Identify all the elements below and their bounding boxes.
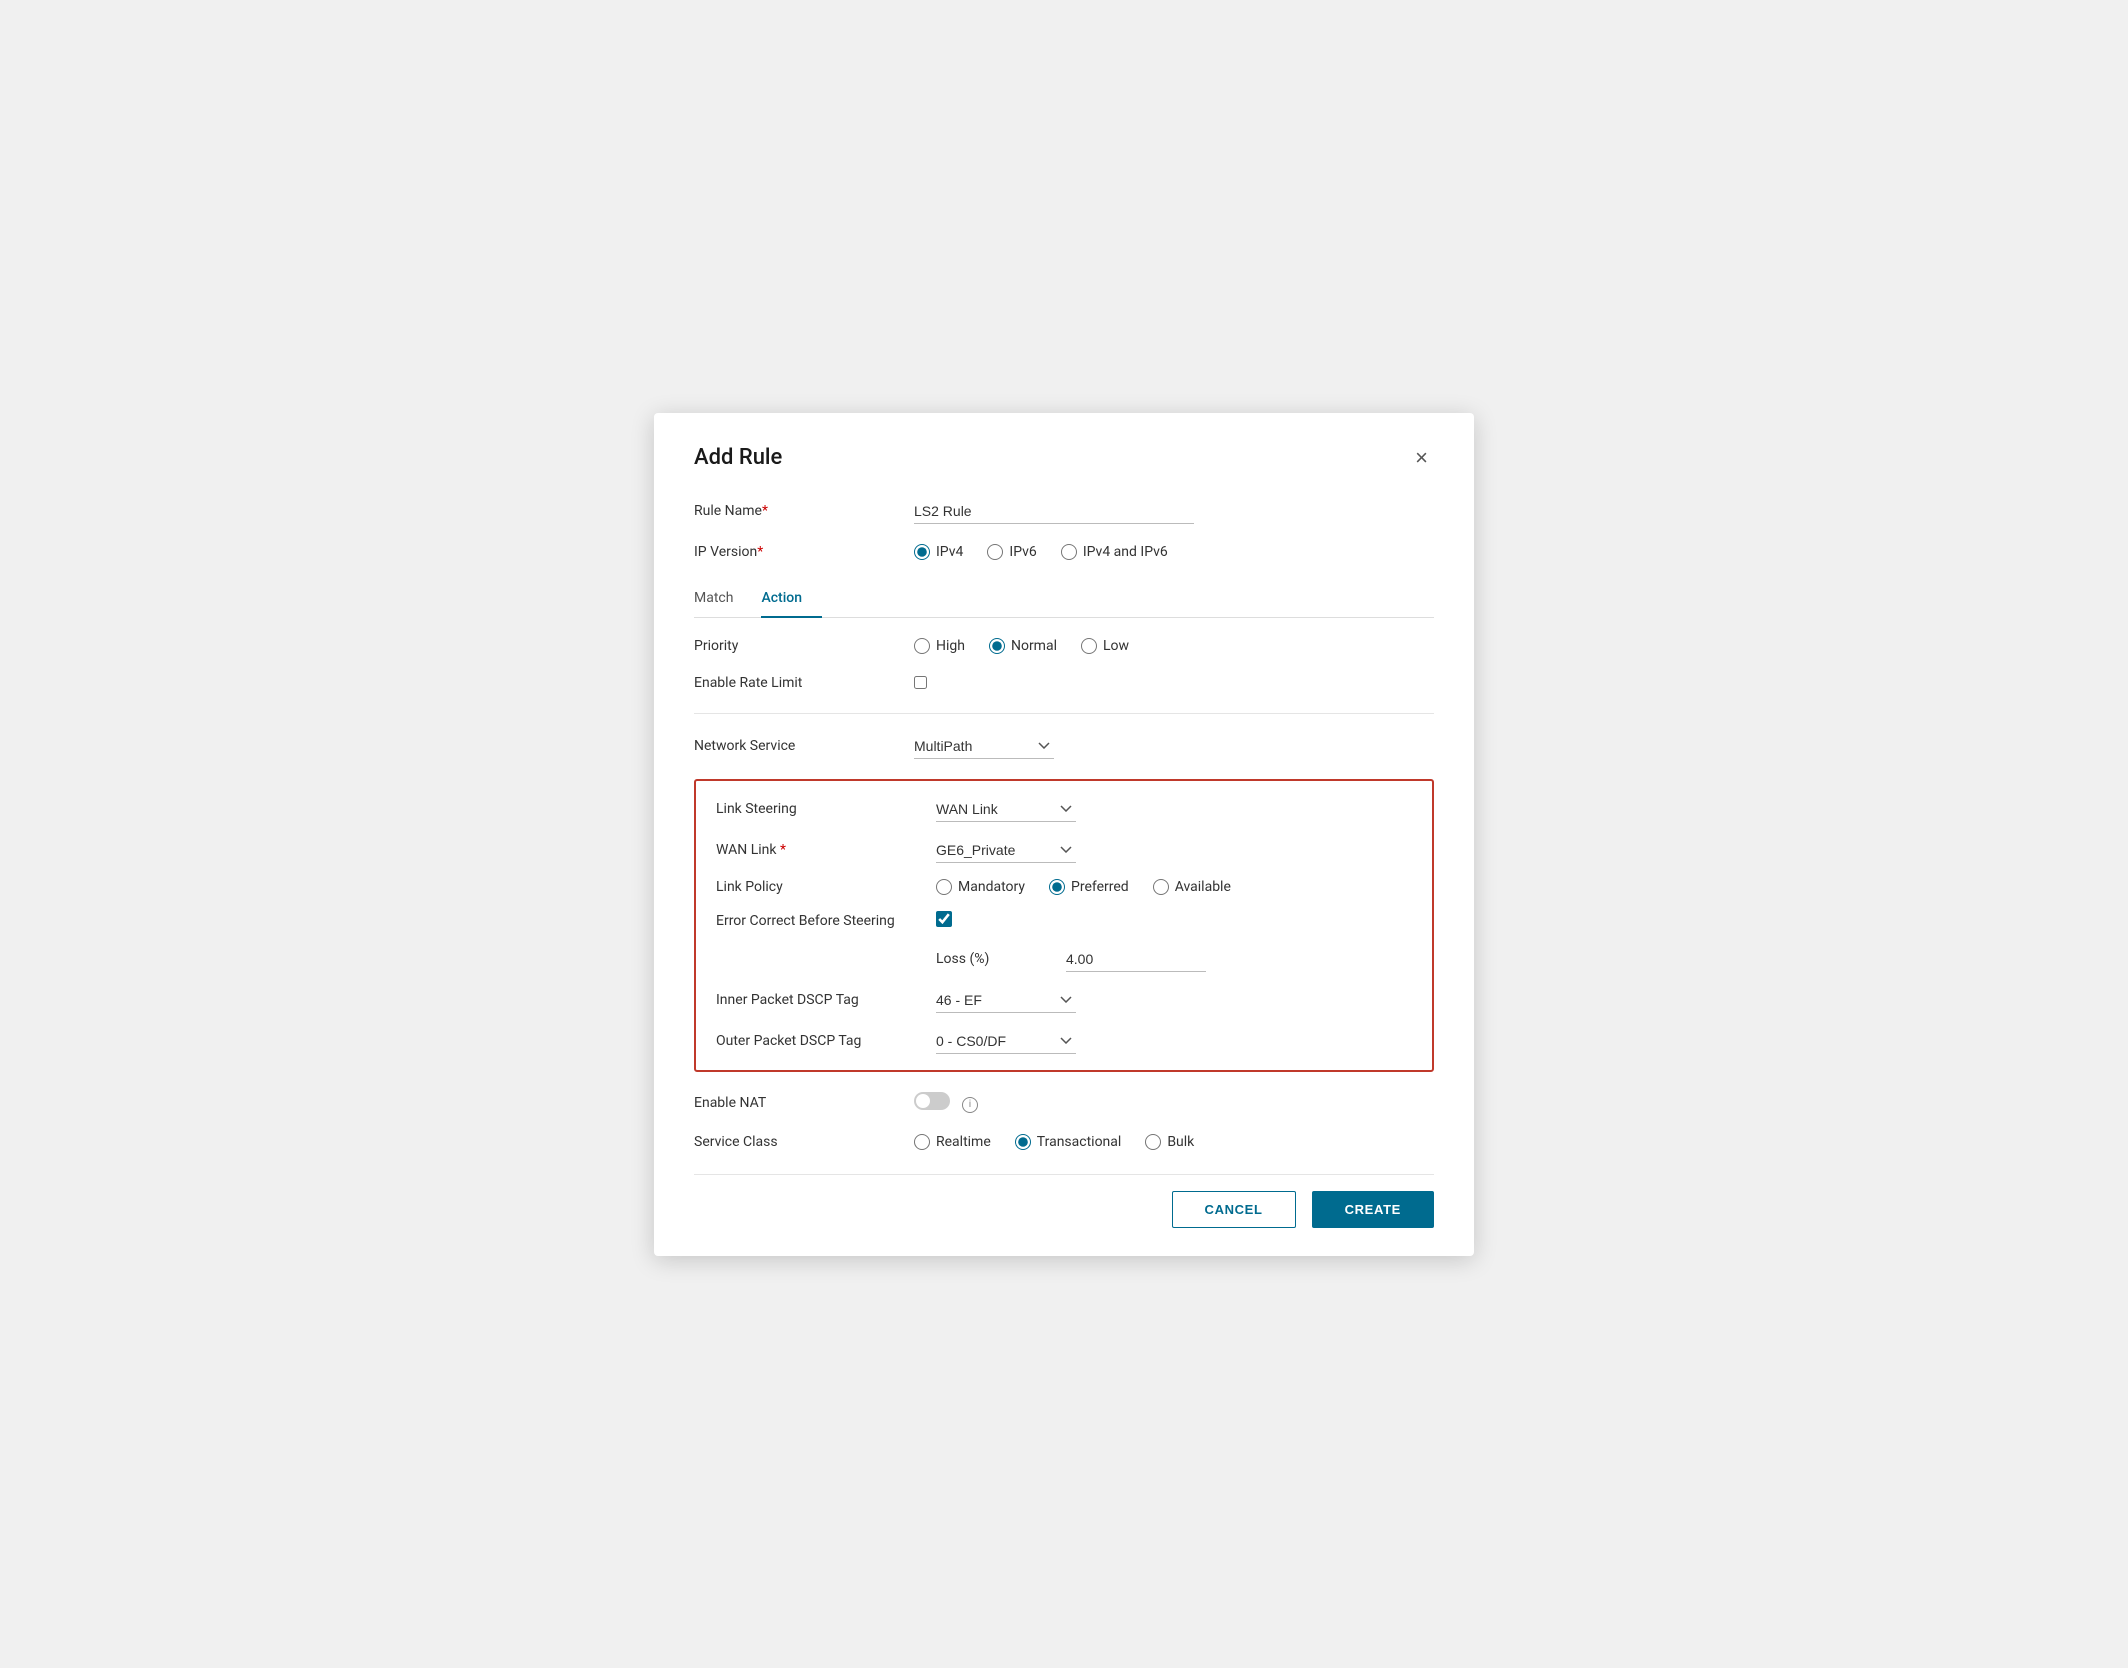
priority-radio-group: High Normal Low [914,638,1434,654]
enable-nat-row: Enable NAT i [694,1092,1434,1114]
priority-row: Priority High Normal Low [694,638,1434,654]
dialog-footer: CANCEL CREATE [694,1174,1434,1228]
service-class-realtime[interactable]: Realtime [914,1134,991,1150]
rule-name-row: Rule Name* [694,499,1434,524]
rate-limit-row: Enable Rate Limit [694,674,1434,693]
mandatory-label: Mandatory [958,879,1025,895]
outer-dscp-control: 0 - CS0/DF 10 - AF11 46 - EF [936,1029,1412,1054]
link-policy-available[interactable]: Available [1153,879,1231,895]
error-correct-checkbox[interactable] [936,911,952,927]
rate-limit-checkbox[interactable] [914,676,927,689]
ip-version-control: IPv4 IPv6 IPv4 and IPv6 [914,544,1434,560]
link-policy-radio-group: Mandatory Preferred Available [936,879,1412,895]
network-service-select[interactable]: MultiPath Gateway Direct [914,734,1054,759]
wan-link-label: WAN Link * [716,842,936,858]
ip-version-ipv4[interactable]: IPv4 [914,544,963,560]
enable-nat-info-icon: i [962,1097,978,1113]
outer-dscp-label: Outer Packet DSCP Tag [716,1033,936,1049]
ip-version-row: IP Version* IPv4 IPv6 IPv4 and IPv6 [694,544,1434,560]
link-policy-label: Link Policy [716,879,936,895]
service-class-radio-group: Realtime Transactional Bulk [914,1134,1434,1150]
priority-control: High Normal Low [914,638,1434,654]
ip-version-ipv6[interactable]: IPv6 [987,544,1036,560]
tabs: Match Action [694,580,1434,618]
rule-name-label: Rule Name* [694,503,914,519]
network-service-label: Network Service [694,738,914,754]
network-service-row: Network Service MultiPath Gateway Direct [694,734,1434,759]
error-correct-control [936,911,1412,931]
ip-version-ipv4v6[interactable]: IPv4 and IPv6 [1061,544,1168,560]
ip-version-label: IP Version* [694,544,914,560]
dialog-title: Add Rule [694,445,782,470]
link-policy-row: Link Policy Mandatory Preferred Availabl… [716,879,1412,895]
link-steering-select[interactable]: WAN Link Auto Manual [936,797,1076,822]
bulk-label: Bulk [1167,1134,1194,1150]
enable-nat-control: i [914,1092,1434,1114]
rate-limit-control [914,674,1434,693]
cancel-button[interactable]: CANCEL [1172,1191,1296,1228]
link-steering-label: Link Steering [716,801,936,817]
enable-nat-label: Enable NAT [694,1095,914,1111]
wan-link-control: GE6_Private GE5_Public GE4_Link [936,838,1412,863]
create-button[interactable]: CREATE [1312,1191,1434,1228]
priority-low[interactable]: Low [1081,638,1129,654]
service-class-row: Service Class Realtime Transactional Bul… [694,1134,1434,1150]
link-steering-control: WAN Link Auto Manual [936,797,1412,822]
tab-action[interactable]: Action [761,580,822,618]
high-label: High [936,638,965,654]
inner-dscp-label: Inner Packet DSCP Tag [716,992,936,1008]
rule-name-input[interactable] [914,499,1194,524]
priority-label: Priority [694,638,914,654]
transactional-label: Transactional [1037,1134,1122,1150]
add-rule-dialog: Add Rule × Rule Name* IP Version* IPv4 I… [654,413,1474,1256]
section-divider-1 [694,713,1434,714]
error-correct-label: Error Correct Before Steering [716,913,936,929]
close-button[interactable]: × [1409,445,1434,471]
service-class-control: Realtime Transactional Bulk [914,1134,1434,1150]
inner-dscp-select[interactable]: 46 - EF 0 - BE 10 - AF11 [936,988,1076,1013]
outer-dscp-row: Outer Packet DSCP Tag 0 - CS0/DF 10 - AF… [716,1029,1412,1054]
priority-normal[interactable]: Normal [989,638,1057,654]
dialog-header: Add Rule × [694,445,1434,471]
service-class-bulk[interactable]: Bulk [1145,1134,1194,1150]
rule-name-control [914,499,1434,524]
wan-link-select[interactable]: GE6_Private GE5_Public GE4_Link [936,838,1076,863]
low-label: Low [1103,638,1129,654]
ipv4v6-label: IPv4 and IPv6 [1083,544,1168,560]
link-policy-mandatory[interactable]: Mandatory [936,879,1025,895]
ip-version-radio-group: IPv4 IPv6 IPv4 and IPv6 [914,544,1434,560]
tab-match[interactable]: Match [694,580,753,618]
realtime-label: Realtime [936,1134,991,1150]
link-policy-preferred[interactable]: Preferred [1049,879,1129,895]
inner-dscp-row: Inner Packet DSCP Tag 46 - EF 0 - BE 10 … [716,988,1412,1013]
outer-dscp-select[interactable]: 0 - CS0/DF 10 - AF11 46 - EF [936,1029,1076,1054]
ipv4-label: IPv4 [936,544,963,560]
error-correct-row: Error Correct Before Steering [716,911,1412,931]
wan-link-row: WAN Link * GE6_Private GE5_Public GE4_Li… [716,838,1412,863]
loss-input[interactable] [1066,947,1206,972]
enable-nat-toggle[interactable] [914,1092,950,1110]
priority-high[interactable]: High [914,638,965,654]
network-service-control: MultiPath Gateway Direct [914,734,1434,759]
loss-row: Loss (%) [936,947,1412,972]
wan-link-section: Link Steering WAN Link Auto Manual WAN L… [694,779,1434,1072]
normal-label: Normal [1011,638,1057,654]
service-class-transactional[interactable]: Transactional [1015,1134,1122,1150]
link-policy-control: Mandatory Preferred Available [936,879,1412,895]
inner-dscp-control: 46 - EF 0 - BE 10 - AF11 [936,988,1412,1013]
preferred-label: Preferred [1071,879,1129,895]
link-steering-row: Link Steering WAN Link Auto Manual [716,797,1412,822]
available-label: Available [1175,879,1231,895]
loss-label: Loss (%) [936,951,1066,967]
rate-limit-label: Enable Rate Limit [694,675,914,691]
ipv6-label: IPv6 [1009,544,1036,560]
service-class-label: Service Class [694,1134,914,1150]
